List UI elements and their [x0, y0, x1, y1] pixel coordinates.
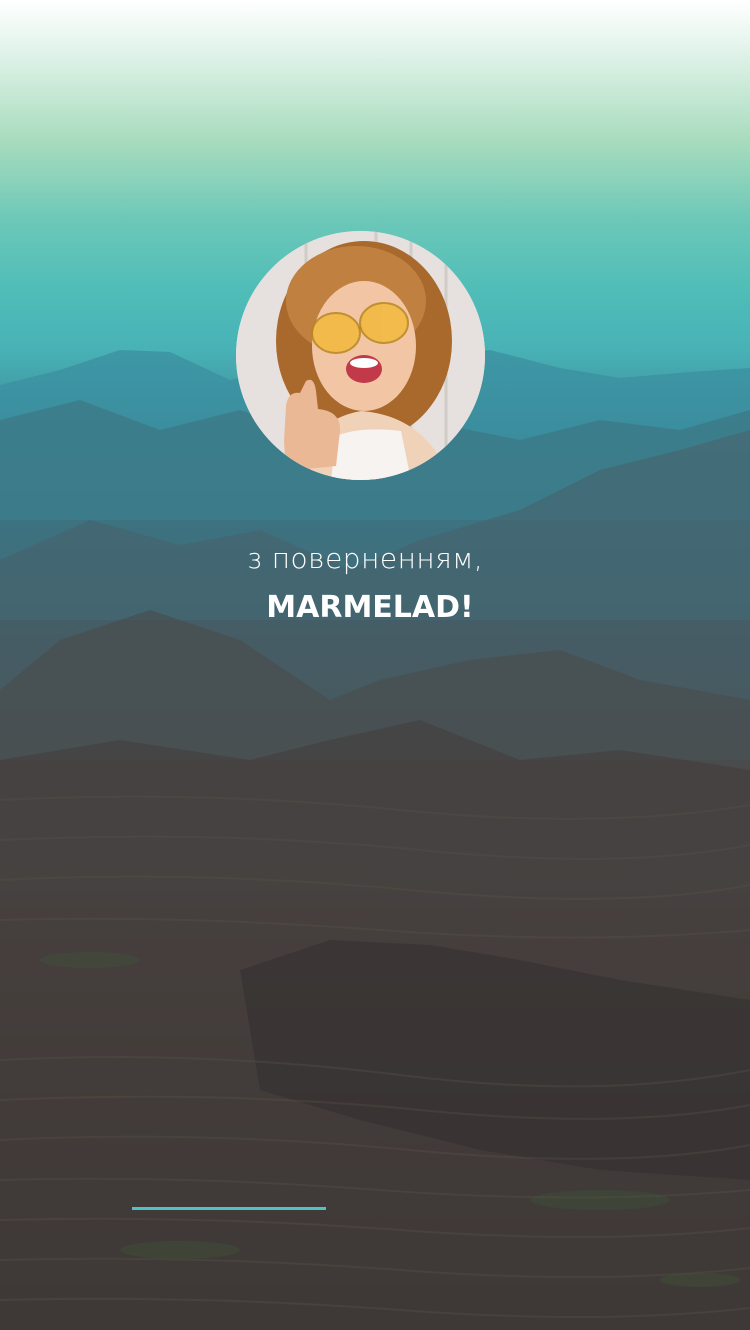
- loading-progress-fill: [132, 1207, 326, 1210]
- mountain-landscape-background: [0, 350, 750, 1330]
- user-avatar: [236, 231, 485, 480]
- splash-screen: з поверненням, MARMELAD!: [0, 0, 750, 1330]
- username-label: MARMELAD!: [266, 590, 474, 625]
- loading-progress-bar: [132, 1207, 326, 1210]
- user-photo-icon: [236, 231, 485, 480]
- welcome-back-greeting: з поверненням,: [246, 542, 484, 575]
